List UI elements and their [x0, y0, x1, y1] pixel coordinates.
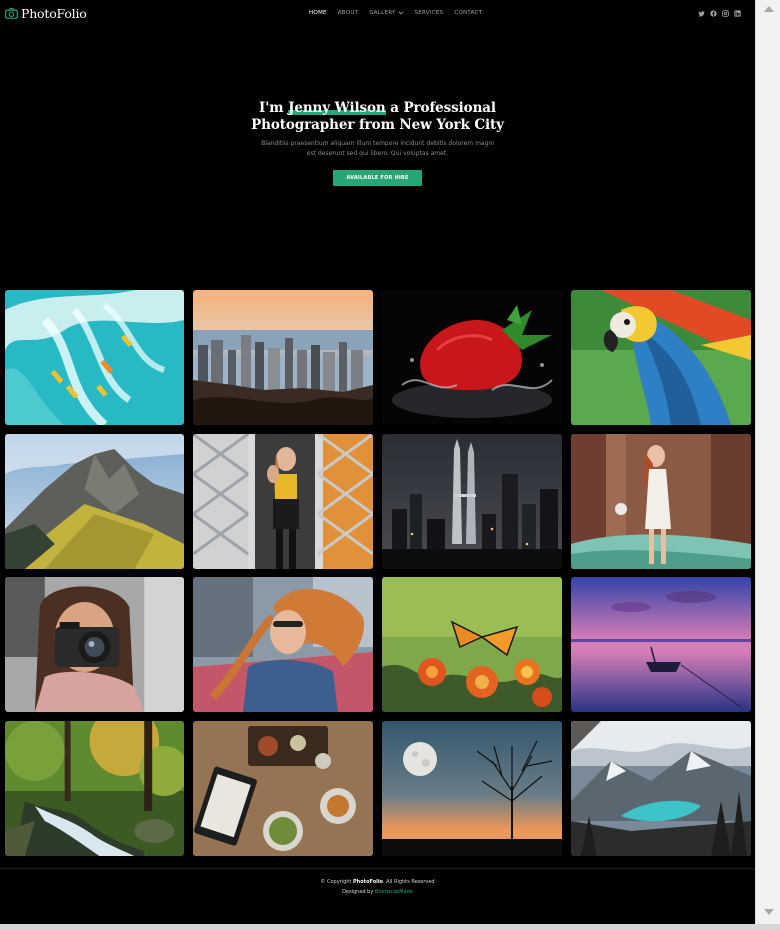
- twin-towers-night-photo[interactable]: [382, 433, 562, 569]
- bootstrapmade-link[interactable]: BootstrapMade: [375, 889, 413, 895]
- hero-title-prefix: I'm: [259, 100, 289, 116]
- linkedin-icon[interactable]: [734, 10, 741, 17]
- hero-title-line2: Photographer from New York City: [251, 117, 504, 133]
- scrollbar-thumb[interactable]: [759, 18, 777, 902]
- food-table-menu-photo[interactable]: [193, 720, 373, 856]
- hero-subtitle: Blanditiis praesentium aliquam illum tem…: [261, 140, 494, 157]
- nav-contact[interactable]: CONTACT: [454, 10, 482, 16]
- copyright-brand: PhotoFolio: [353, 879, 383, 885]
- hero: I'm Jenny Wilson a Professional Photogra…: [0, 100, 755, 186]
- surfers-wave-photo[interactable]: [5, 290, 184, 425]
- forest-waterfall-photo[interactable]: [5, 720, 184, 856]
- site-footer: © Copyright PhotoFolio. All Rights Reser…: [0, 868, 755, 924]
- facebook-icon[interactable]: [710, 10, 717, 17]
- moon-tree-silhouette-photo[interactable]: [382, 720, 562, 856]
- main-nav: HOME ABOUT GALLERY SERVICES CONTACT: [309, 10, 493, 16]
- macaw-parrot-photo[interactable]: [571, 290, 751, 425]
- copyright-text: © Copyright PhotoFolio. All Rights Reser…: [0, 879, 755, 885]
- window-bottom-edge: [0, 924, 780, 930]
- nav-contact-label: CONTACT: [454, 10, 483, 16]
- twitter-icon[interactable]: [698, 10, 705, 17]
- hero-title: I'm Jenny Wilson a Professional Photogra…: [0, 100, 755, 134]
- credits-text: Designed by BootstrapMade: [0, 889, 755, 895]
- nav-services-label: SERVICES: [414, 10, 444, 16]
- woman-hair-blowing-photo[interactable]: [193, 577, 373, 712]
- lake-boat-sunset-photo[interactable]: [571, 577, 751, 712]
- scroll-up-arrow-icon[interactable]: [764, 6, 774, 12]
- chevron-down-icon: [398, 11, 404, 15]
- nav-about-label: ABOUT: [337, 10, 359, 16]
- nav-gallery[interactable]: GALLERY: [369, 10, 404, 16]
- copyright-suffix: . All Rights Reserved: [383, 879, 435, 885]
- page: PhotoFolio HOME ABOUT GALLERY SERVICES C…: [0, 0, 755, 924]
- mountain-ridge-photo[interactable]: [5, 433, 184, 569]
- scroll-down-arrow-icon[interactable]: [764, 909, 774, 915]
- nav-home-label: HOME: [309, 10, 327, 16]
- strawberry-splash-photo[interactable]: [382, 290, 562, 425]
- butterfly-flowers-photo[interactable]: [382, 577, 562, 712]
- logo-text: PhotoFolio: [21, 6, 87, 21]
- instagram-icon[interactable]: [722, 10, 729, 17]
- hero-title-suffix: a Professional: [385, 100, 496, 116]
- designed-by-prefix: Designed by: [342, 889, 375, 895]
- fashion-woman-mirror-photo[interactable]: [193, 433, 373, 569]
- nav-home[interactable]: HOME: [309, 10, 327, 16]
- hero-name-highlight: Jenny Wilson: [288, 100, 386, 116]
- nav-services[interactable]: SERVICES: [415, 10, 444, 16]
- copyright-prefix: © Copyright: [320, 879, 353, 885]
- site-header: PhotoFolio HOME ABOUT GALLERY SERVICES C…: [0, 0, 755, 28]
- camera-icon: [5, 8, 18, 19]
- vertical-scrollbar[interactable]: [755, 0, 780, 924]
- social-links: [698, 10, 741, 17]
- nav-about[interactable]: ABOUT: [338, 10, 358, 16]
- logo[interactable]: PhotoFolio: [5, 6, 87, 21]
- nav-gallery-label: GALLERY: [369, 10, 396, 16]
- gallery-grid: [5, 290, 751, 856]
- woman-camera-photo[interactable]: [5, 577, 184, 712]
- available-for-hire-button[interactable]: AVAILABLE FOR HIRE: [333, 170, 422, 186]
- mountain-lake-valley-photo[interactable]: [571, 720, 751, 856]
- city-skyline-sunset-photo[interactable]: [193, 290, 373, 425]
- woman-forest-photo[interactable]: [571, 433, 751, 569]
